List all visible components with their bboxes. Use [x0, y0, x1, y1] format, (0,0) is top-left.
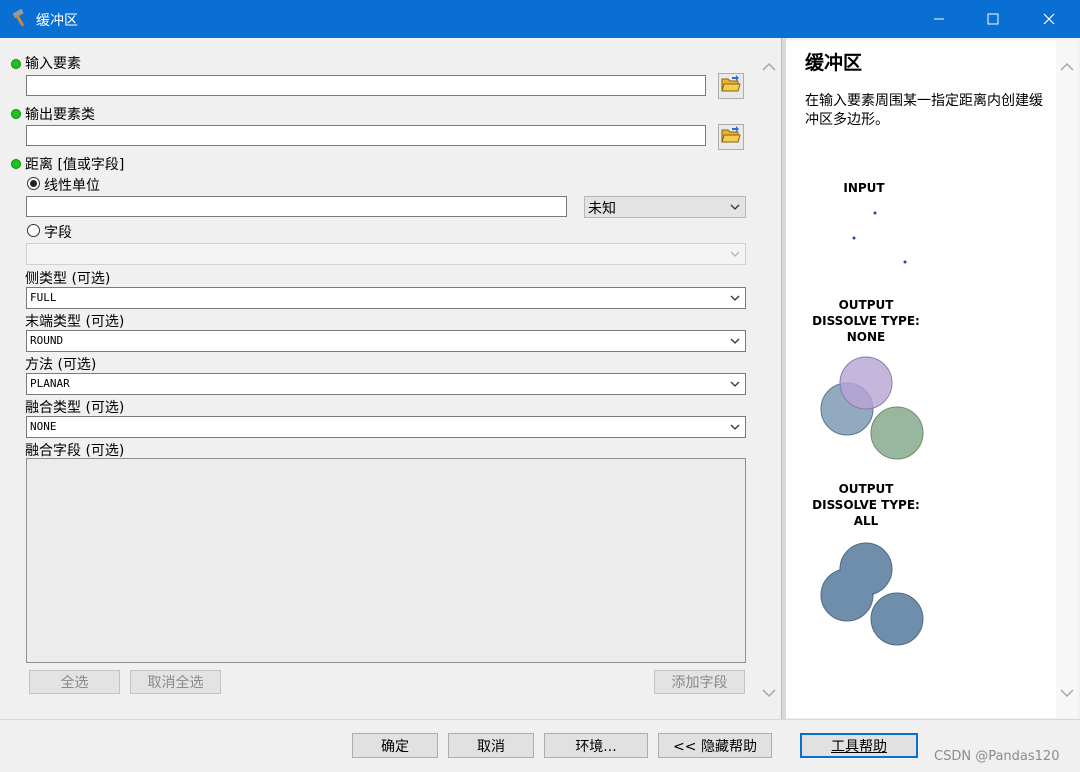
tool-help-button-label: 工具帮助 — [831, 738, 887, 755]
end-type-label: 末端类型 (可选) — [25, 314, 125, 330]
output-feature-class-field[interactable] — [26, 125, 706, 146]
method-select[interactable]: PLANAR — [26, 373, 746, 395]
chevron-down-icon — [729, 378, 741, 390]
unselect-all-button[interactable]: 取消全选 — [130, 670, 221, 694]
tool-help-button[interactable]: 工具帮助 — [800, 733, 918, 758]
linear-unit-value-field[interactable] — [26, 196, 567, 217]
folder-open-icon — [721, 126, 741, 148]
diagram-output-none-buffers — [820, 356, 924, 460]
help-title: 缓冲区 — [805, 52, 863, 74]
dissolve-field-label: 融合字段 (可选) — [25, 443, 125, 459]
distance-label: 距离 [值或字段] — [25, 157, 125, 173]
diagram-input-label: INPUT — [843, 181, 885, 195]
method-label: 方法 (可选) — [25, 357, 97, 373]
watermark-text: CSDN @Pandas120 — [934, 749, 1060, 764]
required-dot-icon — [11, 109, 21, 119]
side-type-select-value: FULL — [30, 291, 57, 304]
minimize-button[interactable] — [916, 0, 962, 38]
chevron-up-icon[interactable] — [1060, 60, 1074, 76]
method-select-value: PLANAR — [30, 377, 70, 390]
diagram-input-points — [852, 211, 907, 264]
chevron-down-icon[interactable] — [762, 686, 776, 702]
diagram-output-none-line2: DISSOLVE TYPE: — [812, 314, 920, 328]
linear-unit-label: 线性单位 — [44, 178, 100, 194]
environments-button[interactable]: 环境... — [544, 733, 648, 758]
input-features-field[interactable] — [26, 75, 706, 96]
chevron-down-icon — [729, 248, 741, 260]
chevron-down-icon[interactable] — [1060, 686, 1074, 702]
cancel-button[interactable]: 取消 — [448, 733, 534, 758]
required-dot-icon — [11, 59, 21, 69]
chevron-down-icon — [729, 292, 741, 304]
dissolve-type-label: 融合类型 (可选) — [25, 400, 125, 416]
hide-help-button[interactable]: << 隐藏帮助 — [658, 733, 772, 758]
parameters-panel: 输入要素 输出要素类 距离 [值或字段] 线性单位 未知 字段 侧类型 (可选)… — [4, 40, 756, 718]
side-type-label: 侧类型 (可选) — [25, 271, 111, 287]
chevron-down-icon — [729, 421, 741, 433]
required-dot-icon — [11, 159, 21, 169]
field-radio[interactable] — [27, 224, 40, 237]
diagram-output-all-line2: DISSOLVE TYPE: — [812, 498, 920, 512]
window-title: 缓冲区 — [36, 13, 78, 29]
side-type-select[interactable]: FULL — [26, 287, 746, 309]
footer-bar: 确定 取消 环境... << 隐藏帮助 工具帮助 CSDN @Pandas120 — [0, 719, 1080, 772]
title-bar: 缓冲区 — [0, 0, 1080, 38]
diagram-output-all-label: OUTPUT DISSOLVE TYPE: ALL — [806, 481, 926, 529]
dissolve-type-select[interactable]: NONE — [26, 416, 746, 438]
help-scrollbar[interactable] — [1056, 40, 1078, 718]
close-button[interactable] — [1026, 0, 1072, 38]
field-label: 字段 — [44, 225, 72, 241]
hammer-icon — [10, 8, 30, 28]
diagram-output-none-line1: OUTPUT — [838, 298, 894, 312]
dissolve-field-list[interactable] — [26, 458, 746, 663]
help-description: 在输入要素周围某一指定距离内创建缓冲区多边形。 — [805, 93, 1043, 128]
browse-input-button[interactable] — [718, 73, 744, 99]
distance-field-select[interactable] — [26, 243, 746, 265]
browse-output-button[interactable] — [718, 124, 744, 150]
linear-unit-select-value: 未知 — [588, 201, 616, 217]
help-panel: 缓冲区 在输入要素周围某一指定距离内创建缓冲区多边形。 INPUT OUTPUT… — [786, 40, 1056, 718]
end-type-select-value: ROUND — [30, 334, 64, 347]
diagram-output-all-line3: ALL — [853, 514, 879, 528]
diagram-output-none-line3: NONE — [846, 330, 886, 344]
diagram-output-all-buffers — [820, 542, 924, 646]
linear-unit-select[interactable]: 未知 — [584, 196, 746, 218]
folder-open-icon — [721, 75, 741, 97]
diagram-output-none-label: OUTPUT DISSOLVE TYPE: NONE — [806, 297, 926, 345]
select-all-button[interactable]: 全选 — [29, 670, 120, 694]
end-type-select[interactable]: ROUND — [26, 330, 746, 352]
dissolve-type-select-value: NONE — [30, 420, 57, 433]
chevron-down-icon — [729, 201, 741, 213]
parameters-scrollbar[interactable] — [757, 40, 780, 718]
maximize-button[interactable] — [970, 0, 1016, 38]
add-field-button[interactable]: 添加字段 — [654, 670, 745, 694]
chevron-down-icon — [729, 335, 741, 347]
ok-button[interactable]: 确定 — [352, 733, 438, 758]
linear-unit-radio[interactable] — [27, 177, 40, 190]
diagram-output-all-line1: OUTPUT — [838, 482, 894, 496]
input-features-label: 输入要素 — [25, 56, 81, 72]
chevron-up-icon[interactable] — [762, 60, 776, 76]
output-feature-class-label: 输出要素类 — [25, 107, 95, 123]
